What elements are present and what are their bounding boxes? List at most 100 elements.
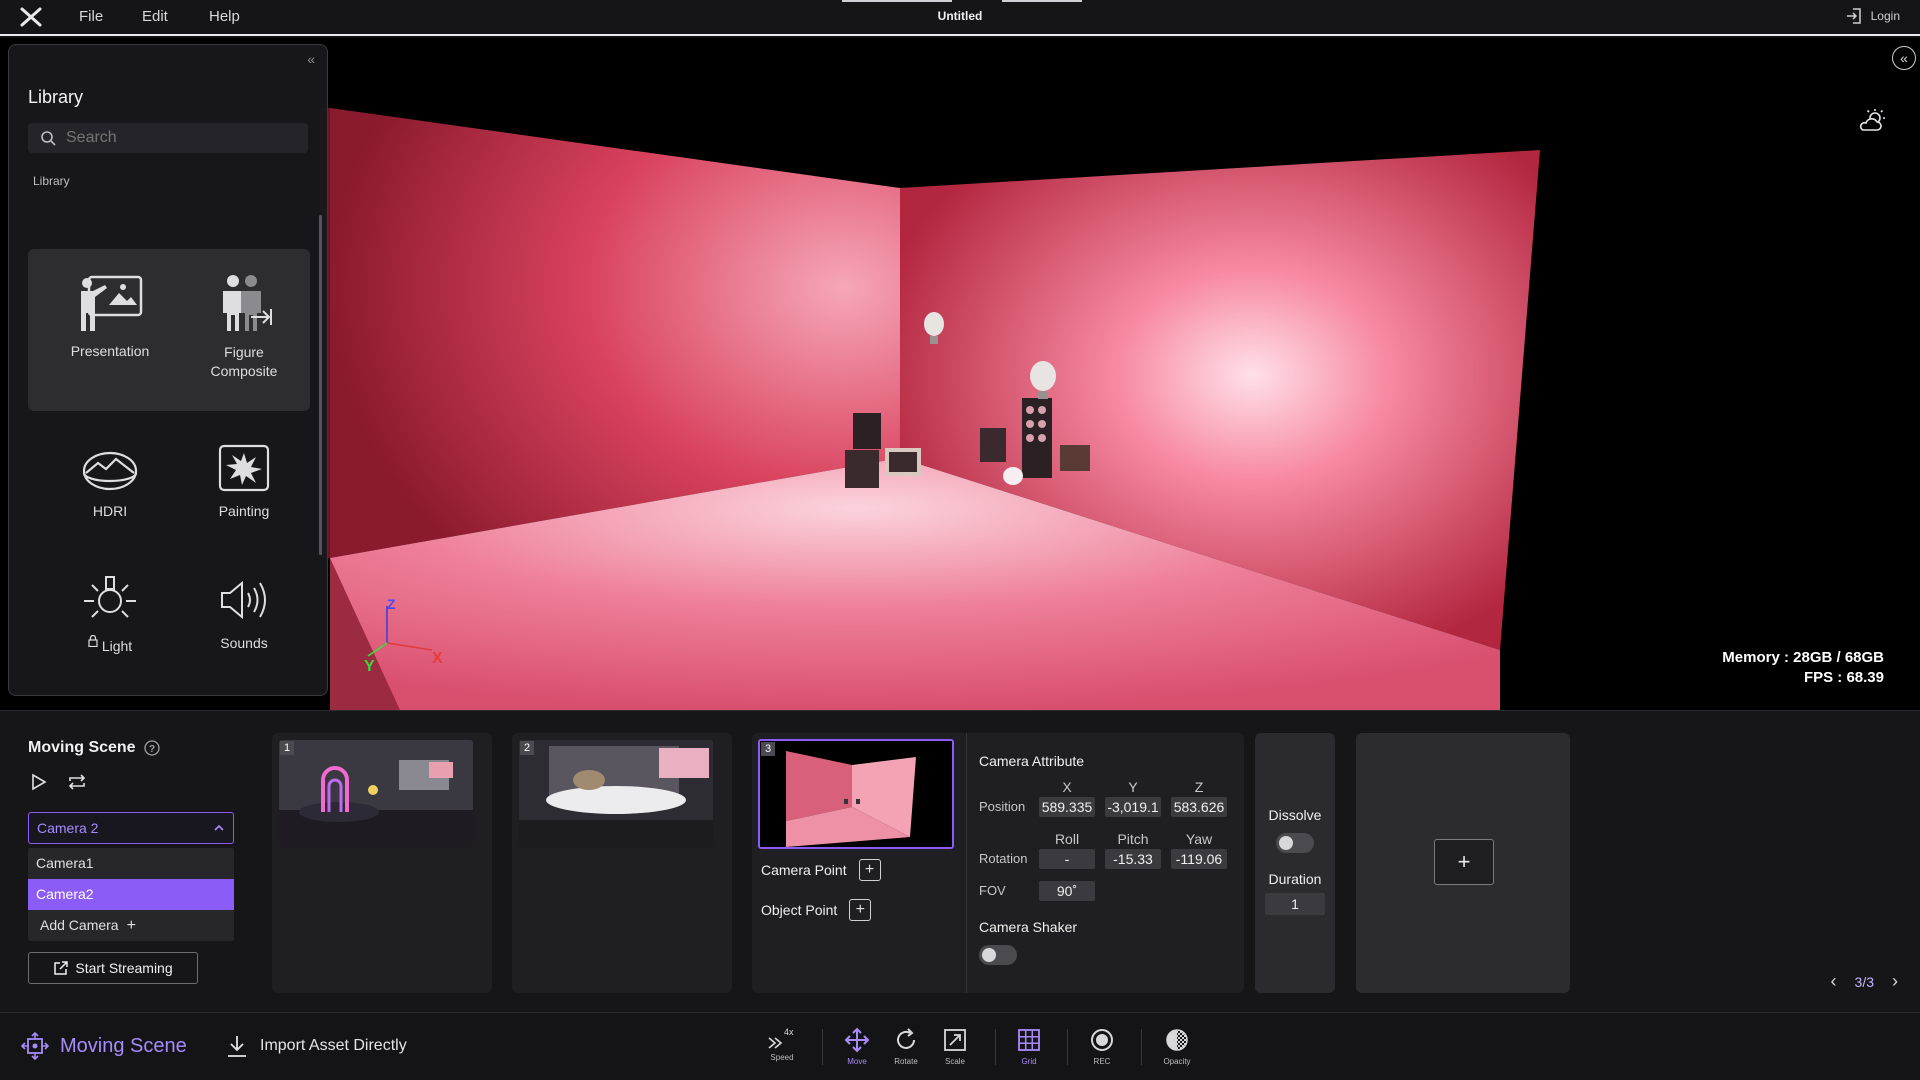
- tab-indicator-left: [842, 0, 952, 2]
- shot-thumbnail-active: [758, 739, 954, 849]
- chevron-left-icon[interactable]: ‹: [1831, 971, 1837, 992]
- grid-icon: [1018, 1029, 1040, 1051]
- library-item-label: HDRI: [92, 503, 128, 519]
- bottom-toolbar: Moving Scene Import Asset Directly 4x Sp…: [0, 1012, 1920, 1080]
- login-button[interactable]: Login: [1845, 7, 1900, 25]
- record-icon: [1091, 1029, 1113, 1051]
- col-pitch: Pitch: [1117, 831, 1149, 847]
- library-item-light[interactable]: Light: [43, 575, 177, 657]
- library-item-label: Sounds: [220, 635, 268, 651]
- hdri-icon: [82, 451, 138, 491]
- camera-shaker-toggle[interactable]: [979, 945, 1017, 965]
- col-roll: Roll: [1054, 831, 1080, 847]
- start-streaming-button[interactable]: Start Streaming: [28, 952, 198, 984]
- search-icon: [40, 130, 56, 146]
- library-item-sounds[interactable]: Sounds: [177, 575, 311, 651]
- position-y-field[interactable]: -3,019.1: [1105, 797, 1161, 817]
- col-yaw: Yaw: [1185, 831, 1213, 847]
- library-search[interactable]: [28, 123, 308, 153]
- weather-icon[interactable]: [1858, 108, 1886, 134]
- start-streaming-label: Start Streaming: [75, 960, 173, 976]
- sounds-icon: [221, 580, 266, 620]
- camera-point-row: Camera Point +: [761, 859, 881, 881]
- pager-count: 3/3: [1854, 973, 1874, 990]
- add-camera-point-button[interactable]: +: [858, 859, 881, 881]
- login-icon: [1845, 7, 1863, 25]
- grid-tool[interactable]: Grid: [1004, 1027, 1054, 1066]
- add-object-point-button[interactable]: +: [849, 899, 872, 921]
- library-item-painting[interactable]: Painting: [177, 443, 311, 519]
- camera-attribute-title: Camera Attribute: [979, 753, 1085, 769]
- rotation-pitch-field[interactable]: -15.33: [1105, 849, 1161, 869]
- library-collapse-icon[interactable]: «: [307, 51, 315, 67]
- camera-point-label: Camera Point: [761, 862, 847, 878]
- opacity-tool[interactable]: Opacity: [1152, 1027, 1202, 1066]
- help-circle-icon[interactable]: ?: [143, 740, 160, 756]
- scale-tool[interactable]: Scale: [930, 1027, 980, 1066]
- camera-option[interactable]: Camera1: [28, 848, 234, 879]
- performance-stats: Memory : 28GB / 68GB FPS : 68.39: [1722, 648, 1884, 688]
- loop-icon[interactable]: [66, 773, 88, 791]
- shot-card-3[interactable]: 3 Camera Point + Object Point +: [752, 733, 966, 993]
- library-item-presentation[interactable]: Presentation: [43, 273, 177, 359]
- add-shot-card: +: [1356, 733, 1570, 993]
- add-shot-button[interactable]: +: [1434, 839, 1494, 885]
- duration-label: Duration: [1268, 871, 1322, 887]
- moving-scene-mode-button[interactable]: Moving Scene: [20, 1031, 187, 1061]
- library-scrollbar[interactable]: [319, 215, 322, 555]
- shot-number: 1: [280, 741, 294, 755]
- painting-icon: [218, 444, 270, 492]
- fps-readout: FPS : 68.39: [1803, 669, 1884, 686]
- rotate-label: Rotate: [894, 1057, 918, 1066]
- external-link-icon: [53, 960, 69, 976]
- memory-readout: Memory : 28GB / 68GB: [1722, 649, 1884, 666]
- transition-panel: Dissolve Duration 1: [1255, 733, 1335, 993]
- col-z: Z: [1194, 779, 1204, 795]
- chevron-right-icon[interactable]: ›: [1892, 971, 1898, 992]
- library-item-figure-composite[interactable]: Figure Composite: [177, 273, 311, 381]
- rotate-tool[interactable]: Rotate: [881, 1027, 931, 1066]
- shot-number: 3: [761, 742, 775, 756]
- position-x-field[interactable]: 589.335: [1039, 797, 1095, 817]
- pager: ‹ 3/3 ›: [1831, 971, 1898, 992]
- axis-x-label: X: [432, 650, 443, 667]
- collapse-right-button[interactable]: «: [1892, 46, 1916, 70]
- rotation-roll-field[interactable]: -: [1039, 849, 1095, 869]
- rotation-yaw-field[interactable]: -119.06: [1171, 849, 1227, 869]
- speed-label: Speed: [770, 1053, 794, 1062]
- play-icon[interactable]: [30, 773, 48, 791]
- shot-card-2[interactable]: 2: [512, 733, 732, 993]
- playback-controls: [30, 773, 88, 791]
- move-tool[interactable]: Move: [832, 1027, 882, 1066]
- shot-thumbnail: [279, 740, 473, 848]
- rec-tool[interactable]: REC: [1077, 1027, 1127, 1066]
- moving-scene-mode-label: Moving Scene: [60, 1034, 187, 1057]
- moving-scene-panel: Moving Scene ? Camera 2 Camera1 Camera2 …: [0, 710, 1920, 1012]
- moving-scene-header: Moving Scene ?: [28, 739, 160, 757]
- opacity-icon: [1166, 1029, 1188, 1051]
- double-chevron-left-icon: «: [1900, 50, 1908, 66]
- dissolve-toggle[interactable]: [1276, 833, 1314, 853]
- library-panel: « Library Library Presentation Figure Co…: [8, 44, 328, 696]
- camera-dropdown-list: Camera1 Camera2 Add Camera +: [28, 848, 234, 941]
- library-item-hdri[interactable]: HDRI: [43, 443, 177, 519]
- camera-select[interactable]: Camera 2: [28, 812, 234, 844]
- library-item-label: Presentation: [70, 343, 150, 359]
- moving-scene-icon: [20, 1031, 50, 1061]
- col-y: Y: [1128, 779, 1138, 795]
- duration-field[interactable]: 1: [1265, 893, 1325, 915]
- toolbar-divider: [995, 1029, 996, 1065]
- search-input[interactable]: [66, 129, 286, 147]
- camera-option-selected[interactable]: Camera2: [28, 879, 234, 910]
- scale-label: Scale: [944, 1057, 965, 1066]
- speed-tool[interactable]: 4x Speed: [757, 1027, 807, 1062]
- add-camera-option[interactable]: Add Camera +: [28, 910, 234, 941]
- lock-icon: [88, 635, 98, 657]
- position-z-field[interactable]: 583.626: [1171, 797, 1227, 817]
- grid-label: Grid: [1021, 1057, 1037, 1066]
- import-asset-button[interactable]: Import Asset Directly: [226, 1034, 407, 1058]
- fov-field[interactable]: 90˚: [1039, 881, 1095, 901]
- import-asset-label: Import Asset Directly: [260, 1037, 407, 1054]
- plus-icon: +: [864, 861, 875, 878]
- shot-card-1[interactable]: 1: [272, 733, 492, 993]
